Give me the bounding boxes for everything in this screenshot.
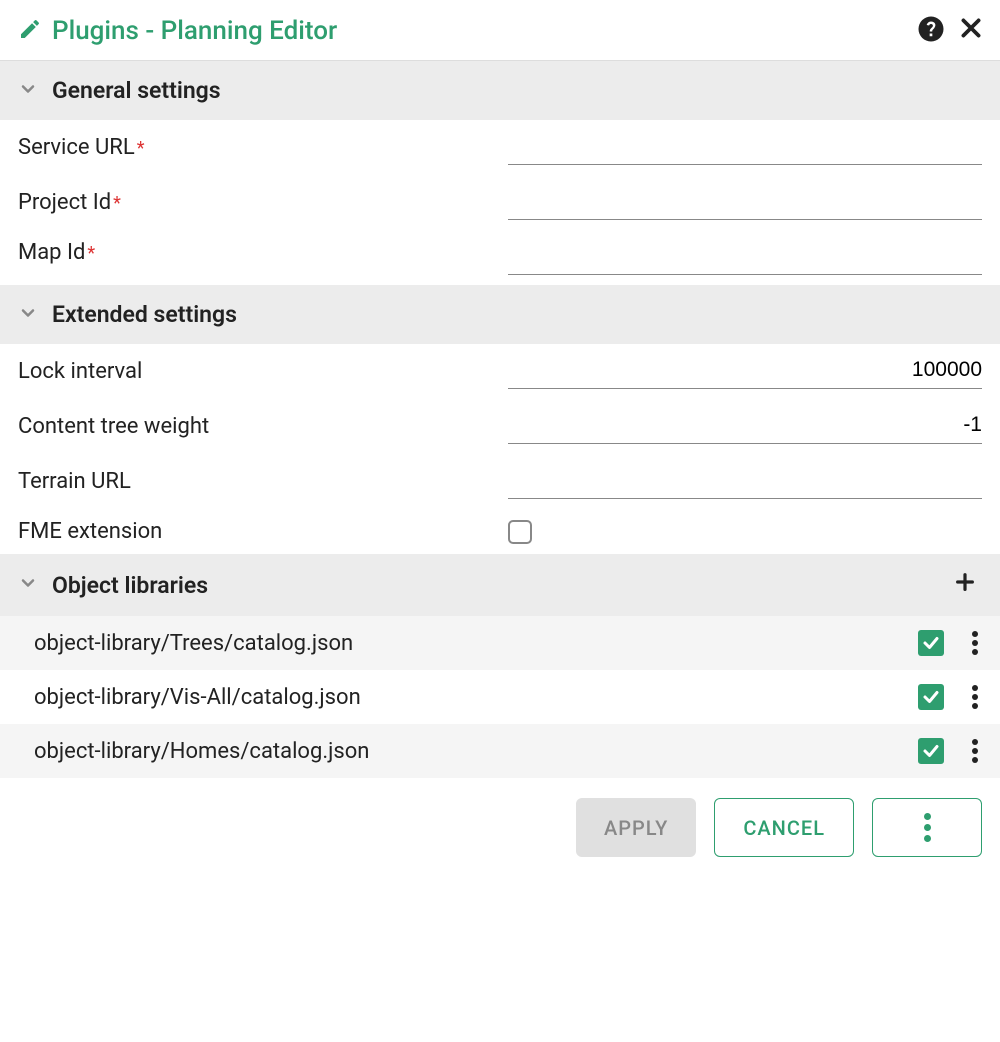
more-button[interactable] xyxy=(872,798,982,857)
dialog-footer: APPLY CANCEL xyxy=(0,778,1000,877)
cancel-button[interactable]: CANCEL xyxy=(714,798,854,857)
library-enabled-checkbox[interactable] xyxy=(918,630,944,656)
input-service-url[interactable] xyxy=(508,134,982,158)
library-path: object-library/Trees/catalog.json xyxy=(34,631,918,656)
chevron-down-icon xyxy=(18,573,38,597)
libraries-list: object-library/Trees/catalog.json object… xyxy=(0,616,1000,778)
row-map-id: Map Id* xyxy=(0,230,1000,285)
chevron-down-icon xyxy=(18,303,38,327)
kebab-menu-icon[interactable] xyxy=(968,631,982,655)
input-lock-interval[interactable] xyxy=(508,358,982,382)
label-lock-interval: Lock interval xyxy=(18,359,508,384)
library-row: object-library/Trees/catalog.json xyxy=(0,616,1000,670)
input-terrain-url[interactable] xyxy=(508,468,982,492)
row-lock-interval: Lock interval xyxy=(0,344,1000,399)
label-project-id: Project Id* xyxy=(18,190,508,215)
required-marker: * xyxy=(113,193,121,214)
plus-icon[interactable] xyxy=(954,570,976,600)
label-terrain-url: Terrain URL xyxy=(18,469,508,494)
required-marker: * xyxy=(87,243,95,264)
section-header-general[interactable]: General settings xyxy=(0,61,1000,120)
pencil-icon xyxy=(18,17,42,45)
label-fme-extension: FME extension xyxy=(18,519,508,544)
row-service-url: Service URL* xyxy=(0,120,1000,175)
library-row: object-library/Vis-All/catalog.json xyxy=(0,670,1000,724)
section-header-extended[interactable]: Extended settings xyxy=(0,285,1000,344)
input-content-tree-weight[interactable] xyxy=(508,413,982,437)
row-content-tree-weight: Content tree weight xyxy=(0,399,1000,454)
library-enabled-checkbox[interactable] xyxy=(918,738,944,764)
dialog-title: Plugins - Planning Editor xyxy=(52,16,916,46)
chevron-down-icon xyxy=(18,79,38,103)
input-map-id[interactable] xyxy=(508,244,982,268)
label-service-url: Service URL* xyxy=(18,135,508,160)
close-icon[interactable] xyxy=(958,15,984,48)
required-marker: * xyxy=(137,138,145,159)
library-path: object-library/Homes/catalog.json xyxy=(34,739,918,764)
library-path: object-library/Vis-All/catalog.json xyxy=(34,685,918,710)
section-title: Extended settings xyxy=(52,301,982,328)
input-project-id[interactable] xyxy=(508,189,982,213)
kebab-menu-icon[interactable] xyxy=(968,685,982,709)
section-header-libraries[interactable]: Object libraries xyxy=(0,554,1000,616)
section-title: Object libraries xyxy=(52,572,954,599)
library-row: object-library/Homes/catalog.json xyxy=(0,724,1000,778)
help-icon[interactable] xyxy=(916,14,946,48)
label-content-tree-weight: Content tree weight xyxy=(18,414,508,439)
dialog-header: Plugins - Planning Editor xyxy=(0,0,1000,61)
kebab-menu-icon[interactable] xyxy=(968,739,982,763)
row-fme-extension: FME extension xyxy=(0,509,1000,554)
section-title: General settings xyxy=(52,77,982,104)
row-project-id: Project Id* xyxy=(0,175,1000,230)
checkbox-fme-extension[interactable] xyxy=(508,520,532,544)
label-map-id: Map Id* xyxy=(18,240,508,265)
row-terrain-url: Terrain URL xyxy=(0,454,1000,509)
library-enabled-checkbox[interactable] xyxy=(918,684,944,710)
kebab-icon xyxy=(924,813,931,842)
apply-button[interactable]: APPLY xyxy=(576,798,696,857)
